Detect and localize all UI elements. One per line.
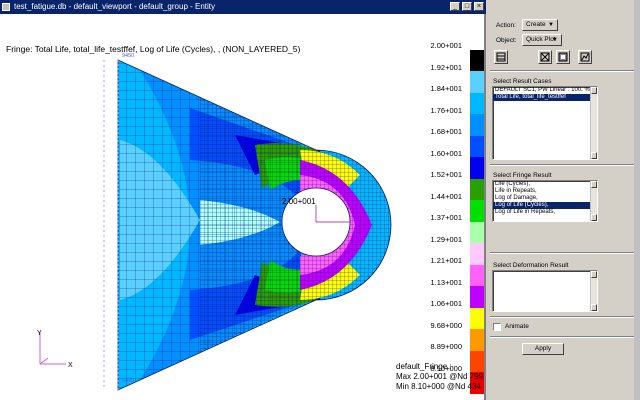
maximize-icon[interactable]: □	[462, 2, 472, 11]
apply-button[interactable]: Apply	[522, 343, 564, 355]
node-label-bottom: 5459	[122, 378, 135, 384]
legend-swatch	[470, 92, 484, 115]
legend-swatch	[470, 71, 484, 94]
window-icon	[2, 3, 10, 11]
legend-swatch	[470, 329, 484, 352]
minimize-icon[interactable]: _	[450, 2, 460, 11]
fringe-result-scrollbar[interactable]	[590, 181, 597, 221]
animate-checkbox[interactable]	[493, 323, 501, 331]
result-cases-list[interactable]: DEFAULT SC1, PW Linear : 100. % Total Li…	[492, 86, 598, 160]
deformation-result-label: Select Deformation Result	[493, 262, 569, 269]
legend-swatch	[470, 286, 484, 309]
object-label: Object:	[496, 37, 517, 44]
legend-label: 1.92+001	[430, 62, 463, 72]
separator	[490, 336, 638, 338]
deform-results-icon[interactable]	[538, 50, 552, 64]
scroll-down-icon[interactable]	[591, 214, 597, 221]
legend-swatch	[470, 28, 484, 51]
deformation-result-scrollbar[interactable]	[590, 271, 597, 311]
scroll-down-icon[interactable]	[591, 304, 597, 311]
fringe-attributes-icon[interactable]	[556, 50, 570, 64]
scroll-up-icon[interactable]	[591, 181, 597, 188]
legend-label: 1.29+001	[430, 234, 463, 244]
legend-label: 1.60+001	[430, 148, 463, 158]
scroll-down-icon[interactable]	[591, 152, 597, 159]
result-cases-scrollbar[interactable]	[590, 87, 597, 159]
legend-label: 1.37+001	[430, 213, 463, 223]
legend-label: 2.00+001	[430, 41, 463, 50]
legend-label: 1.13+001	[430, 277, 463, 287]
legend-swatch	[470, 200, 484, 223]
separator	[490, 252, 638, 254]
axis-x-label: X	[68, 362, 73, 369]
legend-swatch	[470, 178, 484, 201]
window-title: test_fatigue.db - default_viewport - def…	[14, 2, 216, 11]
deformation-result-list[interactable]	[492, 270, 598, 312]
chevron-down-icon: ▼	[548, 22, 554, 28]
animate-label: Animate	[505, 323, 529, 330]
action-value: Create	[526, 21, 546, 28]
legend-swatch	[470, 157, 484, 180]
legend-label: 9.68+000	[430, 320, 463, 330]
separator	[490, 316, 638, 318]
list-item[interactable]: Life in Repeats,	[493, 188, 597, 195]
graphics-viewport[interactable]: test_fatigue.db - default_viewport - def…	[0, 0, 486, 400]
fringe-legend: 2.00+001 1.92+001 1.84+001 1.76+001 1.68+001…	[431, 14, 486, 395]
chevron-down-icon: ▼	[552, 37, 558, 43]
object-dropdown[interactable]: Quick Plot ▼	[522, 34, 562, 46]
fringe-summary: default_Fringe : Max 2.00+001 @Nd 799 Mi…	[396, 362, 483, 392]
legend-swatch	[470, 114, 484, 137]
fringe-result-list[interactable]: Life (Cycles), Life in Repeats, Log of D…	[492, 180, 598, 222]
list-item[interactable]: Log of Life (Cycles),	[493, 202, 597, 209]
scroll-up-icon[interactable]	[591, 271, 597, 278]
result-filter-icon[interactable]	[494, 50, 508, 64]
legend-label: 1.76+001	[430, 105, 463, 115]
fringe-result-label: Select Fringe Result	[493, 172, 552, 179]
action-label: Action:	[496, 22, 516, 29]
results-panel: Action: Create ▼ Object: Quick Plot ▼ Se…	[488, 0, 640, 400]
node-label-top: 9450	[122, 53, 135, 59]
legend-label: 1.68+001	[430, 127, 463, 137]
legend-label: 8.89+000	[430, 342, 463, 352]
action-dropdown[interactable]: Create ▼	[522, 19, 558, 31]
separator	[490, 70, 638, 72]
list-item[interactable]: DEFAULT SC1, PW Linear : 100. %	[493, 87, 597, 94]
legend-label: 1.52+001	[430, 170, 463, 180]
fringe-min: Min 8.10+000 @Nd 434	[396, 382, 481, 391]
list-item[interactable]: Log of Life in Repeats,	[493, 209, 597, 216]
list-item[interactable]: Total Life, total_life_testffef	[493, 94, 597, 101]
axis-triad: Y X	[37, 330, 73, 369]
separator	[490, 164, 638, 166]
max-value-label: 2.00+001	[282, 197, 316, 206]
list-item[interactable]: Life (Cycles),	[493, 181, 597, 188]
result-cases-label: Select Result Cases	[493, 78, 552, 85]
legend-label: 1.44+001	[430, 191, 463, 201]
list-item[interactable]: Log of Damage,	[493, 195, 597, 202]
legend-swatch	[470, 307, 484, 330]
legend-label: 1.84+001	[430, 84, 463, 94]
panel-scrollbar[interactable]	[634, 0, 640, 400]
legend-swatch	[470, 135, 484, 158]
legend-label: 1.21+001	[430, 256, 463, 266]
plot-options-icon[interactable]	[578, 50, 592, 64]
scroll-up-icon[interactable]	[591, 87, 597, 94]
fringe-max: Max 2.00+001 @Nd 799	[396, 372, 484, 381]
legend-swatch	[470, 264, 484, 287]
close-icon[interactable]: ×	[474, 2, 484, 11]
legend-swatch	[470, 243, 484, 266]
legend-swatch	[470, 49, 484, 72]
viewport-title-bar[interactable]: test_fatigue.db - default_viewport - def…	[0, 0, 486, 14]
legend-swatch	[470, 221, 484, 244]
axis-y-label: Y	[37, 330, 42, 337]
fringe-name: default_Fringe :	[396, 362, 452, 371]
legend-label: 1.06+001	[430, 299, 463, 309]
